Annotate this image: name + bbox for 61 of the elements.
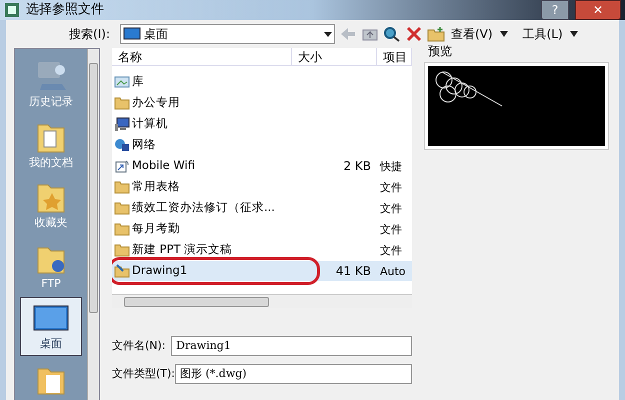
file-name: Mobile Wifi [132,157,195,174]
window-title: 选择参照文件 [26,1,104,20]
folder-icon [114,200,130,216]
file-row[interactable]: 办公专用 [112,93,412,113]
file-type: 文件 [380,244,402,257]
caret-icon [324,32,332,36]
app-icon [4,2,20,18]
column-header[interactable]: 名称 [112,48,292,65]
folder-icon [114,242,130,258]
caret-icon [568,31,579,37]
view-menu[interactable]: 查看(V) [449,25,495,43]
file-row[interactable]: Mobile Wifi 2 KB 快捷 [112,156,412,176]
file-name: 绩效工资办法修订（征求... [132,199,275,216]
close-button[interactable]: ✕ [575,0,621,20]
file-row[interactable]: 绩效工资办法修订（征求... 文件 [112,198,412,218]
file-name: 办公专用 [132,94,180,112]
file-name: Drawing1 [132,262,188,280]
sidebar-item[interactable]: 桌面 [20,297,82,356]
folder-icon [114,95,130,111]
column-header[interactable]: 大小 [292,48,377,65]
file-type: 文件 [380,222,402,236]
file-name: 每月考勤 [132,220,180,238]
globe-icon [114,137,130,153]
scrollbar[interactable] [87,49,99,400]
file-row[interactable]: 库 [112,72,412,92]
file-name-field[interactable]: Drawing1 [171,336,412,356]
preview-label: 预览 [427,43,453,60]
drawing-file-icon [114,263,130,279]
search-label: 搜索(I): [68,26,111,43]
file-name: 计算机 [132,115,168,132]
file-type: 文件 [380,202,402,215]
file-type: 文件 [380,180,402,194]
field-label: 文件名(N): [112,338,167,354]
computer-icon [114,116,130,132]
file-row[interactable]: 常用表格 文件 [112,177,412,197]
file-name: 新建 PPT 演示文稿 [132,241,232,258]
tools-menu[interactable]: 工具(L) [520,25,565,43]
new-folder-icon [427,26,445,42]
field-label: 文件类型(T): [112,366,176,382]
library-icon [114,74,130,90]
file-row[interactable]: 新建 PPT 演示文稿 文件 [112,240,412,260]
file-row[interactable]: 计算机 [112,114,412,134]
file-name: 网络 [132,136,156,154]
location-dropdown[interactable]: 桌面 [120,24,335,44]
monitor-icon [123,27,141,41]
search-icon [383,26,401,42]
file-row[interactable]: 网络 [112,135,412,155]
file-name: 常用表格 [132,178,180,196]
file-size: 2 KB [343,159,371,173]
back-arrow-icon [339,26,357,42]
delete-icon [405,26,423,42]
column-header[interactable]: 项目 [377,48,412,65]
file-size: 41 KB [336,264,371,278]
caret-icon [498,31,509,37]
folder-icon [114,221,130,237]
folder-icon [114,179,130,195]
file-name: 库 [132,73,144,90]
file-type: 快捷 [380,160,402,173]
file-row[interactable]: 每月考勤 文件 [112,219,412,239]
file-type: Auto [380,264,406,278]
file-type-dropdown[interactable]: 图形 (*.dwg) [175,364,412,384]
